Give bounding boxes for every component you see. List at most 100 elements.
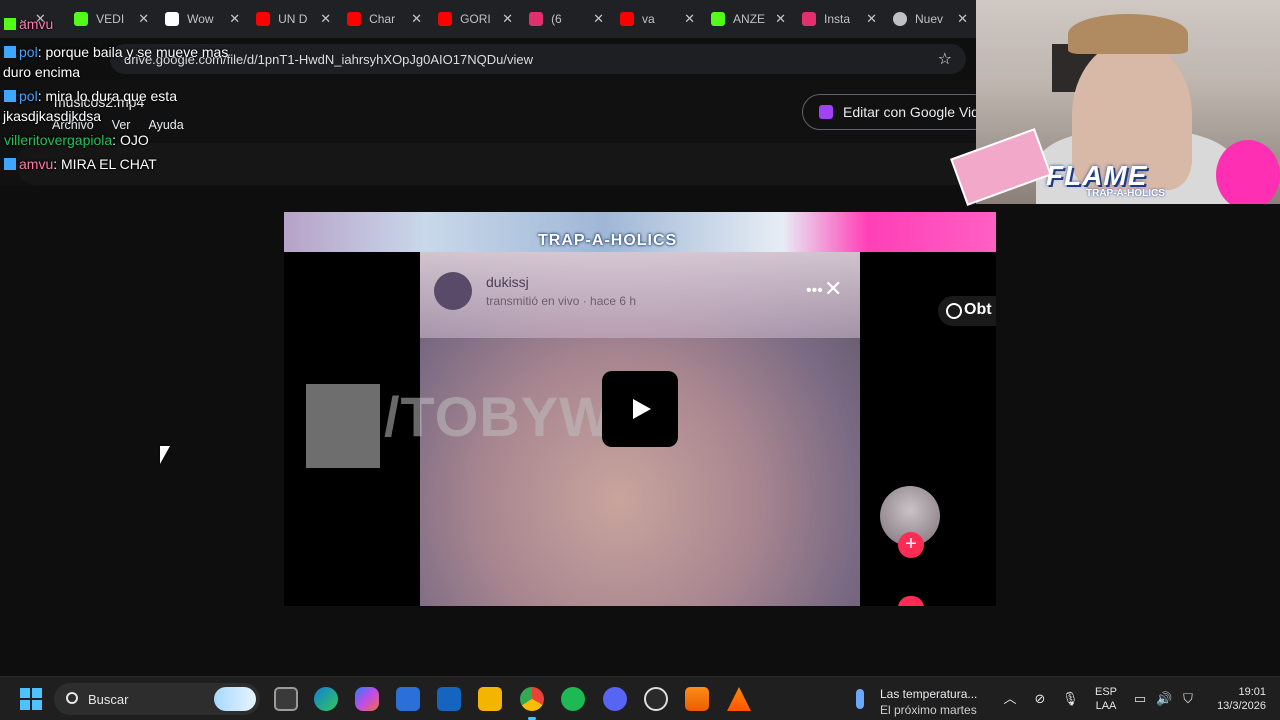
chat-message: duro encima	[3, 64, 80, 80]
browser-tab[interactable]: ANZE ✕	[703, 4, 794, 34]
chat-username: amvu	[19, 156, 54, 172]
menu-ayuda[interactable]: Ayuda	[148, 118, 183, 132]
close-icon[interactable]: ✕	[229, 11, 240, 27]
kick-badge-icon	[4, 46, 16, 58]
network-off-icon[interactable]: ⊘	[1032, 691, 1048, 707]
youtube-icon	[256, 12, 271, 26]
tab-label: VEDI	[96, 12, 125, 26]
mouse-cursor-icon	[160, 446, 170, 464]
close-icon[interactable]: ✕	[593, 11, 604, 27]
address-bar[interactable]: drive.google.com/file/d/1pnT1-HwdN_iahrs…	[110, 44, 966, 74]
browser-tab[interactable]: Wow ✕	[157, 4, 248, 34]
system-clock[interactable]: 19:01 13/3/2026	[1200, 685, 1266, 713]
watermark-text: /TOBYWI	[384, 385, 630, 448]
obtain-label: Obt	[964, 301, 992, 318]
streamer-cap	[1068, 14, 1188, 54]
weather-line-2: El próximo martes	[880, 703, 977, 717]
close-icon[interactable]: ✕	[957, 11, 968, 27]
edit-button-label: Editar con Google Vid	[843, 104, 979, 120]
taskbar-search[interactable]: Buscar	[54, 683, 260, 715]
tab-label: Wow	[187, 12, 214, 26]
spotify-icon[interactable]	[561, 687, 585, 711]
windows-start-icon[interactable]	[20, 688, 42, 710]
kick-badge-icon	[4, 90, 16, 102]
edit-with-google-vids-button[interactable]: Editar con Google Vid	[802, 94, 992, 130]
chrome-icon[interactable]	[520, 687, 544, 720]
taskbar: Buscar Las temperatura... El próximo mar…	[0, 676, 1280, 720]
browser-tab[interactable]: UN D ✕	[248, 4, 339, 34]
browser-tab[interactable]: Nuev ✕	[885, 4, 976, 34]
chrome-icon	[893, 12, 907, 26]
heart-icon	[898, 596, 924, 606]
browser-tab[interactable]: Char ✕	[339, 4, 430, 34]
chat-text: : porque baila y se mueve mas	[37, 44, 229, 60]
close-icon[interactable]: ✕	[775, 11, 786, 27]
chat-text: : OJO	[112, 132, 149, 148]
tray-overflow-icon[interactable]: ︿	[1002, 691, 1018, 707]
kick-icon	[74, 12, 89, 26]
vlc-icon[interactable]	[727, 687, 751, 711]
chat-message: amvu	[4, 16, 53, 32]
drive-toolbar	[16, 143, 976, 185]
security-shield-icon[interactable]: ⛉	[1180, 691, 1196, 707]
close-icon[interactable]: ✕	[684, 11, 695, 27]
chat-text: : MIRA EL CHAT	[53, 156, 157, 172]
video-player[interactable]: TRAP-A-HOLICS dukissj transmitió en vivo…	[284, 212, 996, 606]
play-icon	[633, 399, 651, 419]
pink-sticker	[1216, 140, 1280, 204]
tiktok-circle-icon	[946, 303, 962, 319]
play-button[interactable]	[602, 371, 678, 447]
volume-icon[interactable]: 🔊	[1156, 691, 1172, 707]
obs-icon[interactable]	[644, 687, 668, 711]
menu-ver[interactable]: Ver	[112, 118, 131, 132]
chat-message: amvu: MIRA EL CHAT	[4, 156, 157, 172]
browser-tab[interactable]: VEDI ✕	[66, 4, 157, 34]
browser-tab[interactable]: Insta ✕	[794, 4, 885, 34]
copilot-icon[interactable]	[355, 687, 379, 711]
live-avatar	[434, 272, 472, 310]
tiktok-icon	[165, 12, 180, 26]
tab-label: Char	[369, 12, 396, 26]
bookmark-star-icon[interactable]: ☆	[938, 49, 952, 69]
microphone-icon[interactable]: 🎙	[1062, 691, 1079, 707]
youtube-icon	[620, 12, 635, 26]
tab-label: ANZE	[733, 12, 766, 26]
close-icon[interactable]: ✕	[502, 11, 513, 27]
weather-line-1: Las temperatura...	[880, 687, 978, 701]
clock-time: 19:01	[1238, 686, 1266, 698]
kick-badge-icon	[4, 158, 16, 170]
tab-label: va	[642, 12, 655, 26]
tab-label: GORI	[460, 12, 491, 26]
tab-label: (6	[551, 12, 562, 26]
discord-icon[interactable]	[603, 687, 627, 711]
fl-studio-icon[interactable]	[685, 687, 709, 711]
thermometer-icon	[856, 689, 864, 709]
tab-label: Nuev	[915, 12, 944, 26]
close-icon[interactable]: ✕	[866, 11, 877, 27]
display-icon[interactable]: ▭	[1132, 691, 1148, 707]
browser-tab[interactable]: (6 ✕	[521, 4, 612, 34]
url-text[interactable]: drive.google.com/file/d/1pnT1-HwdN_iahrs…	[124, 52, 938, 67]
edge-icon[interactable]	[314, 687, 338, 711]
more-options-icon: •••	[806, 282, 823, 299]
close-icon[interactable]: ✕	[411, 11, 422, 27]
overlay-banner: TRAP-A-HOLICS	[284, 212, 996, 252]
chat-message: villeritovergapiola: OJO	[4, 132, 149, 148]
file-explorer-icon[interactable]	[478, 687, 502, 711]
browser-tab[interactable]: GORI ✕	[430, 4, 521, 34]
weather-widget[interactable]: Las temperatura... El próximo martes	[852, 687, 977, 717]
chat-username: pol	[19, 44, 38, 60]
language-indicator[interactable]: ESP LAA	[1090, 685, 1122, 713]
close-icon[interactable]: ✕	[138, 11, 149, 27]
task-view-icon[interactable]	[274, 687, 298, 711]
youtube-icon	[347, 12, 362, 26]
outlook-icon[interactable]	[437, 687, 461, 711]
close-icon[interactable]: ✕	[320, 11, 331, 27]
search-icon	[66, 692, 78, 704]
store-icon[interactable]	[396, 687, 420, 711]
tab-label: Insta	[824, 12, 851, 26]
browser-tab[interactable]: va ✕	[612, 4, 703, 34]
banner-text: TRAP-A-HOLICS	[538, 232, 678, 249]
chat-text: jkasdjkasdjkdsa	[3, 108, 102, 124]
youtube-icon	[438, 12, 453, 26]
